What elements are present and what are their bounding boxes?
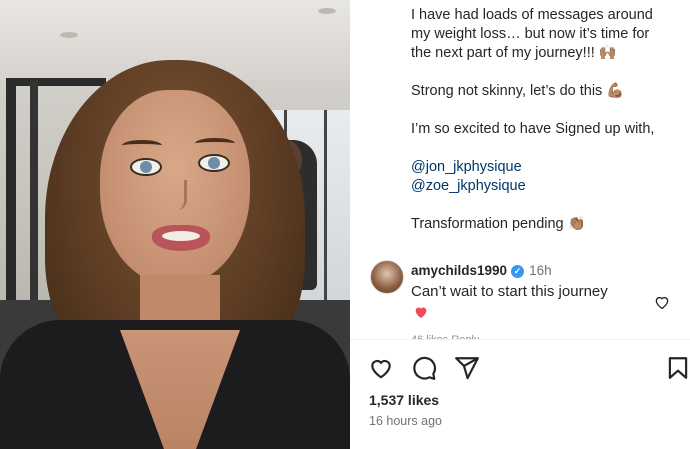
eyebrow — [195, 138, 235, 149]
ceiling-light — [60, 32, 78, 38]
caption-line: I’m so excited to have Signed up with, — [411, 121, 655, 137]
divider — [350, 339, 690, 340]
caption-line: the next part of my journey!!! 🙌🏽 — [411, 45, 617, 61]
comment-icon[interactable] — [411, 355, 437, 381]
red-heart-emoji-icon — [415, 307, 427, 318]
post-timestamp[interactable]: 16 hours ago — [369, 414, 442, 428]
caption-line: I have had loads of messages around — [411, 7, 653, 23]
bookmark-icon[interactable] — [665, 355, 690, 381]
post-caption: I have had loads of messages around my w… — [411, 6, 681, 234]
avatar[interactable] — [370, 260, 404, 294]
caption-line: Strong not skinny, let’s do this 💪🏽 — [411, 83, 625, 99]
comment-like-heart-icon[interactable] — [653, 293, 671, 311]
comment-username[interactable]: amychilds1990 — [411, 263, 507, 278]
heart-icon[interactable] — [368, 355, 394, 381]
mouth — [152, 225, 210, 251]
share-icon[interactable] — [454, 355, 480, 381]
comment-header: amychilds1990 ✓ 16h — [411, 263, 552, 278]
ceiling-light — [318, 8, 336, 14]
nose — [168, 180, 187, 210]
mention-link[interactable]: @jon_jkphysique — [411, 158, 681, 177]
eyebrow — [122, 140, 162, 151]
eye — [198, 154, 230, 172]
caption-line: my weight loss… but now it’s time for — [411, 26, 650, 42]
verified-badge-icon: ✓ — [511, 265, 525, 278]
post-media-video[interactable] — [0, 0, 350, 449]
comment-timestamp[interactable]: 16h — [529, 263, 552, 278]
post-action-bar — [368, 355, 688, 383]
comment-text: Can’t wait to start this journey — [411, 283, 608, 300]
mention-link[interactable]: @zoe_jkphysique — [411, 177, 681, 196]
gym-bar — [30, 80, 38, 310]
likes-count[interactable]: 1,537 likes — [369, 392, 439, 408]
caption-line: Transformation pending 👏🏽 — [411, 216, 586, 232]
eye — [130, 158, 162, 176]
